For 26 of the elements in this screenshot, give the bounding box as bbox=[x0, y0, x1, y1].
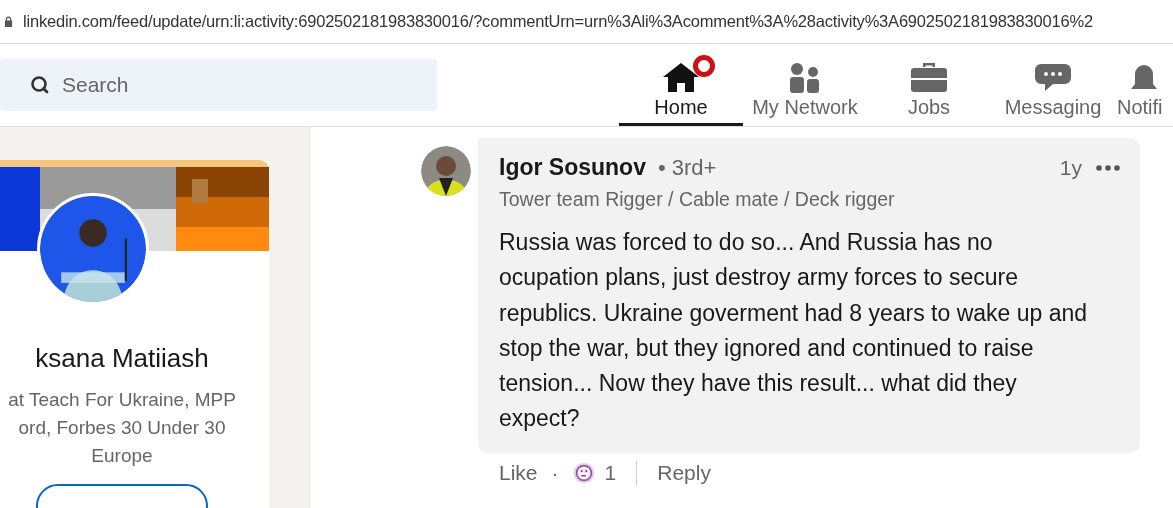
profile-headline: Europe bbox=[91, 444, 153, 468]
search-field[interactable]: Search bbox=[0, 59, 437, 111]
profile-headline: at Teach For Ukraine, MPP bbox=[8, 388, 236, 412]
briefcase-icon bbox=[909, 60, 949, 94]
profile-headline: ord, Forbes 30 Under 30 bbox=[18, 416, 226, 440]
profile-name[interactable]: ksana Matiiash bbox=[35, 343, 209, 374]
address-url[interactable]: linkedin.com/feed/update/urn:li:activity:6902502181983830016/?commentUrn=urn%3Ali%3Acomment%3A%28activity%3A6902502181983830016%2 bbox=[23, 12, 1093, 31]
comment-time: 1y bbox=[1059, 155, 1082, 180]
author-name[interactable]: Igor Sosunov bbox=[499, 154, 646, 181]
author-headline: Tower team Rigger / Cable mate / Deck rigger bbox=[499, 188, 896, 211]
nav-tab[interactable]: Notifi bbox=[1115, 44, 1173, 126]
comment-text: Russia was forced to do so... And Russia has no ocupation plans, just destroy army forces to secure republics. Ukraine goverment had 8 years to wake up and stop the war, but they ignored and continued to raise tension... Now they have this result... what did they expect? bbox=[499, 228, 1089, 434]
nav-tab[interactable]: Home bbox=[619, 44, 743, 126]
lock-icon bbox=[4, 16, 13, 27]
nav-tab[interactable]: My Network bbox=[743, 44, 867, 126]
connection-degree: • 3rd+ bbox=[657, 154, 717, 181]
search-icon bbox=[30, 75, 50, 95]
reply-button[interactable]: Reply bbox=[657, 460, 711, 485]
separator-dot: · bbox=[551, 460, 559, 485]
nav-tab[interactable]: Jobs bbox=[867, 44, 991, 126]
like-button[interactable]: Like bbox=[499, 460, 538, 485]
house-icon bbox=[661, 60, 701, 94]
nav-tab[interactable]: Messaging bbox=[991, 44, 1115, 126]
reaction-icon bbox=[572, 461, 595, 484]
reaction-count: 1 bbox=[604, 460, 617, 485]
more-icon[interactable] bbox=[1096, 164, 1120, 171]
